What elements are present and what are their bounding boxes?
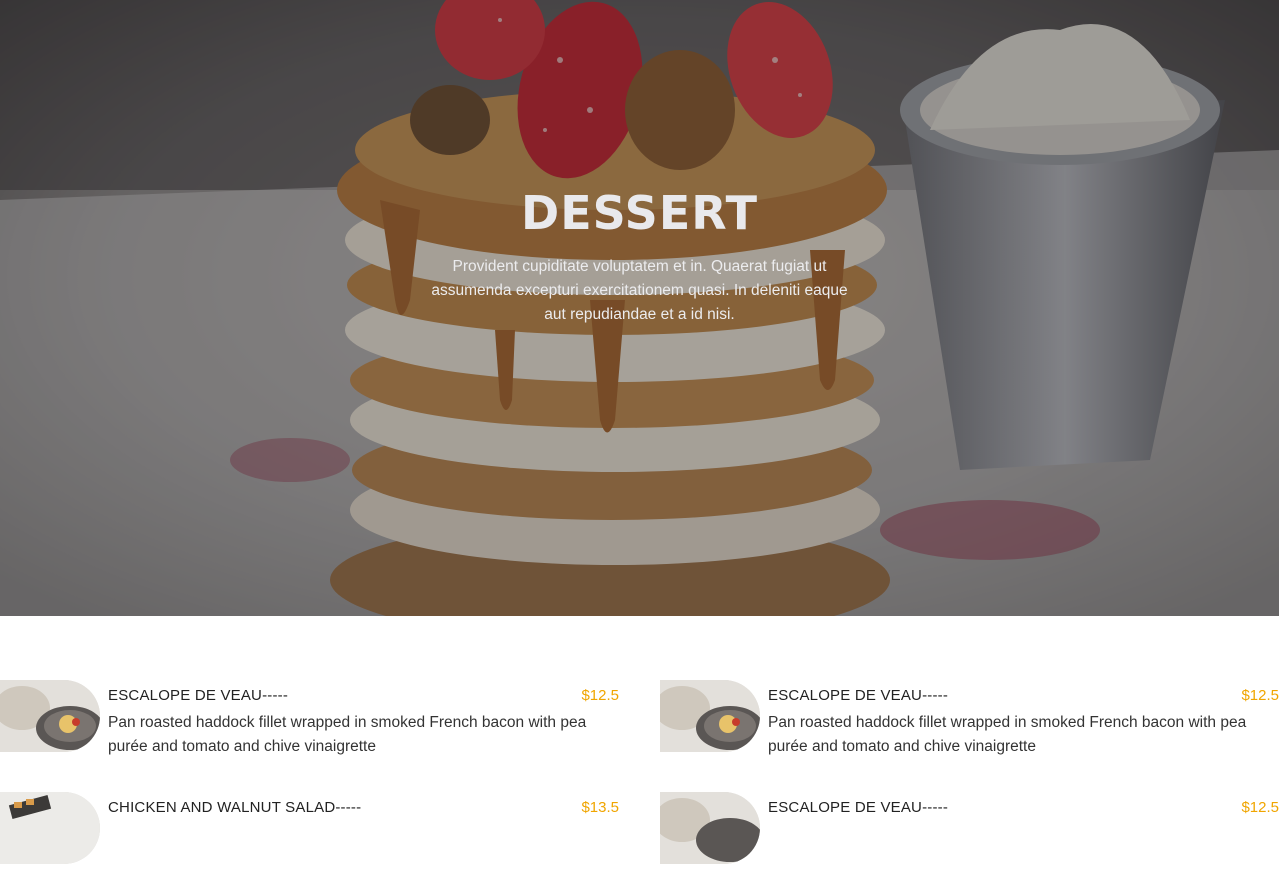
dish-thumbnail — [0, 680, 100, 752]
menu-list: ESCALOPE DE VEAU----- $12.5 Pan roasted … — [0, 616, 1279, 864]
dish-price: $12.5 — [1241, 687, 1279, 704]
dish-thumbnail — [0, 792, 100, 864]
dish-name: ESCALOPE DE VEAU----- — [768, 687, 949, 704]
dish-thumbnail — [660, 792, 760, 864]
section-title: DESSERT — [521, 186, 758, 240]
menu-item[interactable]: ESCALOPE DE VEAU----- $12.5 Pan roasted … — [660, 680, 1279, 760]
dish-description: Pan roasted haddock fillet wrapped in sm… — [108, 714, 587, 755]
dish-name: ESCALOPE DE VEAU----- — [768, 799, 949, 816]
section-description: Provident cupiditate voluptatem et in. Q… — [431, 258, 848, 323]
dish-name: CHICKEN AND WALNUT SALAD----- — [108, 799, 362, 816]
dish-price: $13.5 — [581, 799, 619, 816]
hero-banner: DESSERT Provident cupiditate voluptatem … — [0, 0, 1279, 616]
dish-name: ESCALOPE DE VEAU----- — [108, 687, 289, 704]
dish-description: Pan roasted haddock fillet wrapped in sm… — [768, 714, 1247, 755]
menu-item[interactable]: CHICKEN AND WALNUT SALAD----- $13.5 — [0, 792, 620, 872]
menu-item[interactable]: ESCALOPE DE VEAU----- $12.5 Pan roasted … — [0, 680, 620, 760]
dish-price: $12.5 — [1241, 799, 1279, 816]
menu-item[interactable]: ESCALOPE DE VEAU----- $12.5 — [660, 792, 1279, 872]
dish-thumbnail — [660, 680, 760, 752]
dish-price: $12.5 — [581, 687, 619, 704]
